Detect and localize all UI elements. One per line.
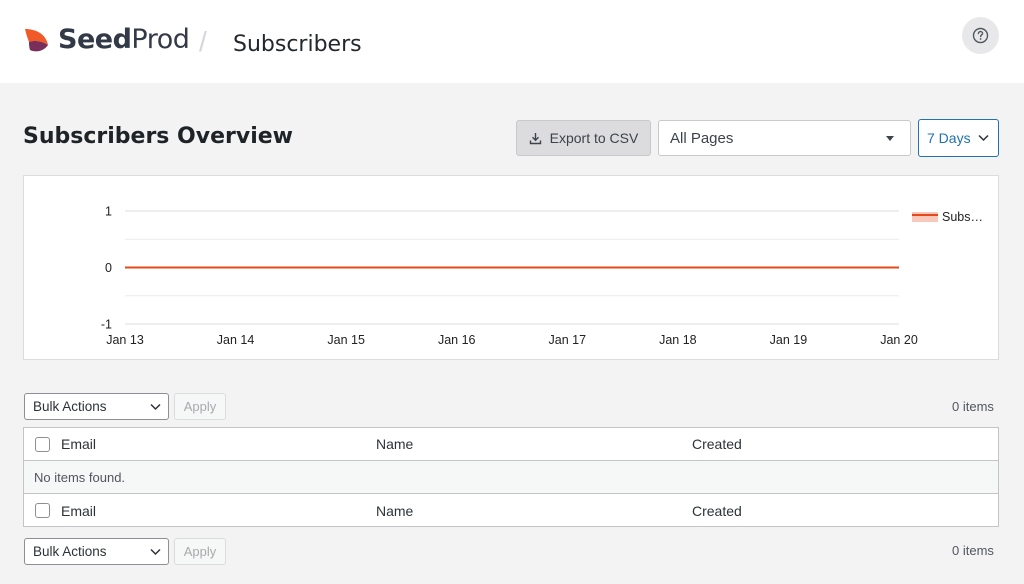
- items-count-bottom: 0 items: [952, 543, 994, 558]
- export-csv-button[interactable]: Export to CSV: [516, 120, 651, 156]
- select-all-checkbox-top[interactable]: [35, 436, 50, 452]
- bulk-actions-select-bottom[interactable]: Bulk Actions: [24, 538, 169, 565]
- select-all-checkbox-bottom[interactable]: [35, 503, 50, 518]
- date-range-select[interactable]: 7 Days: [918, 119, 999, 157]
- help-circle-icon: [972, 27, 989, 44]
- export-csv-label: Export to CSV: [549, 130, 639, 146]
- caret-down-icon: [886, 136, 894, 141]
- legend-label: Subs…: [942, 210, 983, 224]
- x-tick-label: Jan 13: [106, 333, 144, 347]
- x-tick-label: Jan 15: [327, 333, 365, 347]
- table-header-row: Email Name Created: [24, 428, 998, 461]
- empty-message: No items found.: [34, 469, 126, 485]
- help-button[interactable]: [962, 17, 999, 54]
- subscribers-table: Email Name Created No items found. Email…: [23, 427, 999, 527]
- chevron-down-icon: [150, 548, 161, 556]
- x-tick-label: Jan 17: [549, 333, 587, 347]
- column-created[interactable]: Created: [692, 436, 742, 452]
- column-name[interactable]: Name: [376, 436, 413, 452]
- download-icon: [529, 132, 541, 144]
- bulk-actions-label-bottom: Bulk Actions: [33, 544, 107, 559]
- y-tick-label: 0: [105, 261, 112, 275]
- column-email-footer[interactable]: Email: [61, 503, 96, 519]
- brand-name: SeedProd: [58, 24, 190, 55]
- pages-filter-select[interactable]: All Pages: [658, 120, 911, 156]
- apply-button-top[interactable]: Apply: [174, 393, 226, 420]
- date-range-value: 7 Days: [927, 130, 971, 146]
- x-tick-label: Jan 19: [770, 333, 808, 347]
- empty-table-row: No items found.: [24, 461, 998, 494]
- column-email[interactable]: Email: [61, 436, 96, 452]
- x-tick-label: Jan 14: [217, 333, 255, 347]
- top-bar: SeedProd / Subscribers: [0, 0, 1024, 83]
- y-tick-label: -1: [101, 318, 112, 332]
- x-tick-label: Jan 16: [438, 333, 476, 347]
- y-tick-label: 1: [105, 205, 112, 219]
- column-created-footer[interactable]: Created: [692, 503, 742, 519]
- items-count-top: 0 items: [952, 399, 994, 414]
- chevron-down-icon: [978, 134, 989, 142]
- page-title: Subscribers: [233, 32, 362, 57]
- leaf-logo-icon: [25, 28, 48, 51]
- breadcrumb-separator: /: [199, 26, 207, 57]
- bulk-actions-select-top[interactable]: Bulk Actions: [24, 393, 169, 420]
- table-footer-row: Email Name Created: [24, 494, 998, 527]
- pages-filter-value: All Pages: [670, 129, 734, 147]
- chevron-down-icon: [150, 403, 161, 411]
- chart-canvas: 1 0 -1Jan 13 Jan 14 Jan 15 Jan 16 Jan 17 Jan 18…: [101, 205, 983, 348]
- seedprod-logo[interactable]: SeedProd: [22, 24, 190, 55]
- column-name-footer[interactable]: Name: [376, 503, 413, 519]
- overview-title: Subscribers Overview: [23, 124, 293, 149]
- legend-swatch: [912, 212, 938, 222]
- x-tick-label: Jan 18: [659, 333, 697, 347]
- bulk-actions-label: Bulk Actions: [33, 399, 107, 414]
- x-tick-label: Jan 20: [880, 333, 918, 347]
- apply-button-bottom[interactable]: Apply: [174, 538, 226, 565]
- subscribers-chart: 1 0 -1 Jan 13 Jan 14 Jan 15 Jan 16 Jan 17 Jan 18…: [23, 175, 999, 360]
